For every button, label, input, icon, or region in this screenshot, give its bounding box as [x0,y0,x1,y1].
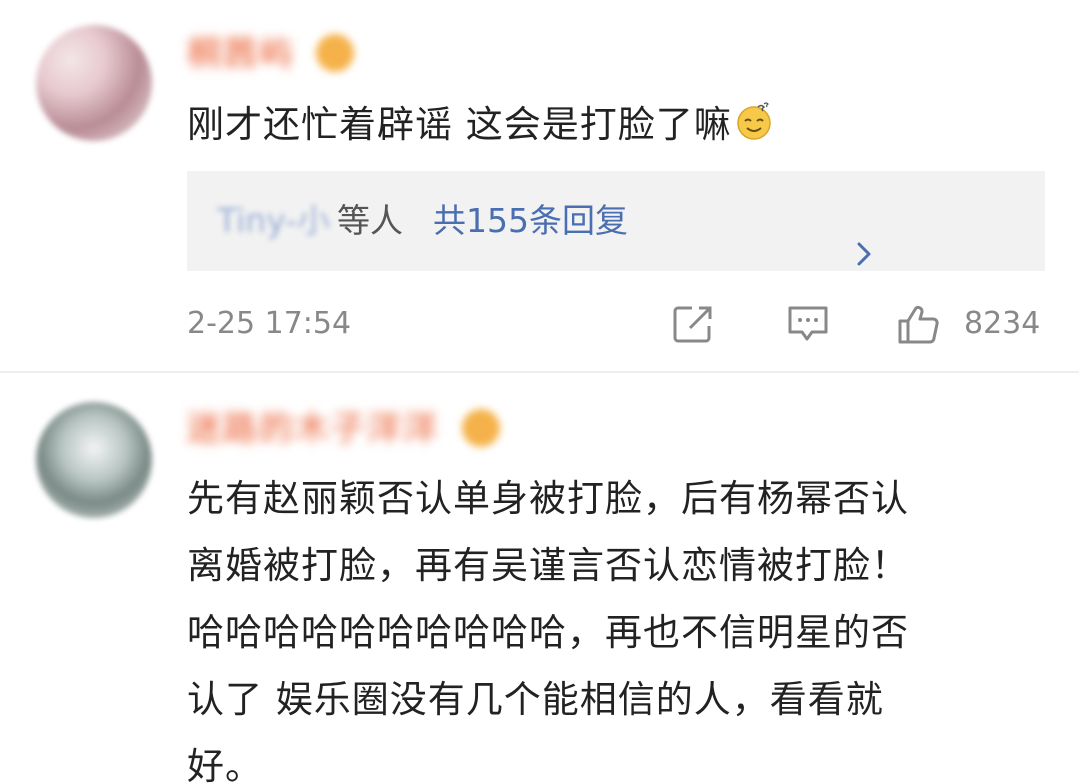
vip-badge-icon [316,34,354,72]
comment-text-line: 哈哈哈哈哈哈哈哈哈哈，再也不信明星的否 [187,611,909,654]
comment-item: 迷路的木子洋洋 先有赵丽颖否认单身被打脸，后有杨幂否认 离婚被打脸，再有吴谨言否… [0,373,1079,783]
avatar[interactable] [36,402,152,518]
chevron-right-icon[interactable] [853,207,875,266]
comment-text: 刚才还忙着辟谣 这会是打脸了嘛 [187,91,1047,158]
like-icon[interactable] [896,304,940,344]
view-replies-link[interactable]: 共155条回复 [433,171,628,271]
share-icon[interactable] [672,304,716,344]
timestamp: 2-25 17:54 [187,306,352,341]
like-count: 8234 [964,306,1041,341]
comment-list: 桐茜屿 刚才还忙着辟谣 这会是打脸了嘛 Tiny-小 等人 共155条回复 2-… [0,0,1079,783]
username[interactable]: 迷路的木子洋洋 [187,405,439,453]
comment-text-line: 先有赵丽颖否认单身被打脸，后有杨幂否认 [187,477,909,520]
comment-text-body: 刚才还忙着辟谣 这会是打脸了嘛 [187,103,732,146]
comment-item: 桐茜屿 刚才还忙着辟谣 这会是打脸了嘛 Tiny-小 等人 共155条回复 2-… [0,0,1079,373]
avatar[interactable] [36,25,152,141]
comment-icon[interactable] [786,304,830,344]
reply-users[interactable]: Tiny-小 [217,171,330,271]
comment-text: 先有赵丽颖否认单身被打脸，后有杨幂否认 离婚被打脸，再有吴谨言否认恋情被打脸！ … [187,465,1047,783]
comment-text-line: 离婚被打脸，再有吴谨言否认恋情被打脸！ [187,544,909,587]
comment-text-line: 认了 娱乐圈没有几个能相信的人，看看就 [187,678,884,721]
dizzy-smile-emoji [734,95,774,140]
reply-preview[interactable]: Tiny-小 等人 共155条回复 [187,171,1045,271]
comment-text-line: 好。 [187,745,263,783]
reply-etc-label: 等人 [337,201,403,240]
comment-meta: 2-25 17:54 8234 [0,300,1079,348]
vip-badge-icon [462,409,500,447]
username[interactable]: 桐茜屿 [187,30,295,78]
